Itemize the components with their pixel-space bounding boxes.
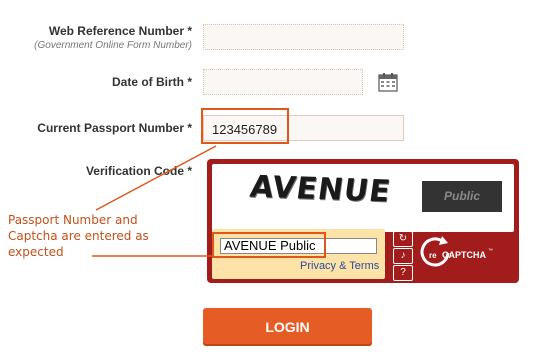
annotation-line-passport — [95, 145, 217, 211]
login-button[interactable]: LOGIN — [203, 308, 372, 346]
annotation-lines — [92, 145, 217, 257]
